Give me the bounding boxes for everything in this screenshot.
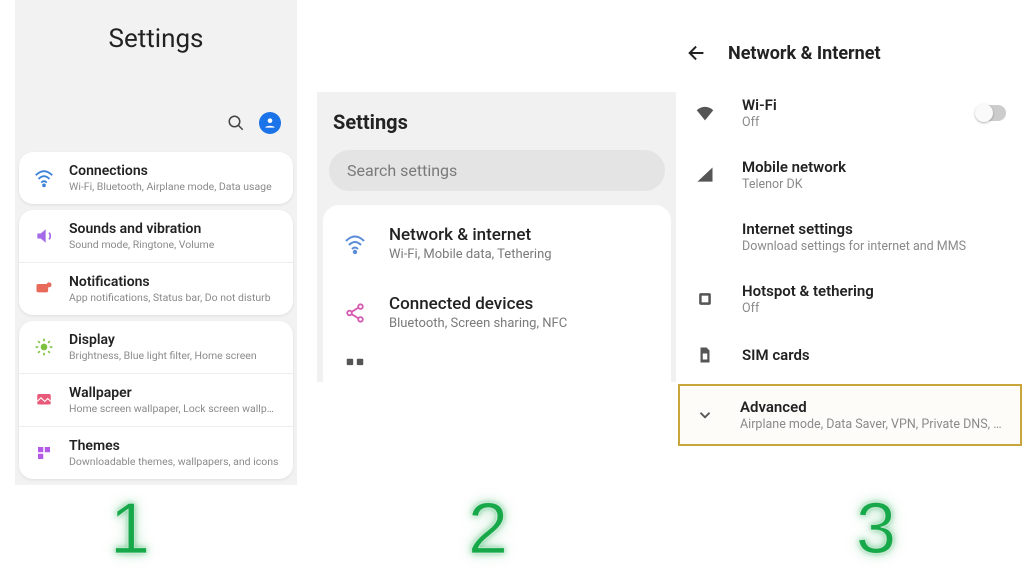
item-subtitle: Home screen wallpaper, Lock screen wallp… [69, 402, 279, 415]
item-subtitle: Bluetooth, Screen sharing, NFC [389, 316, 651, 331]
card-display: Display Brightness, Blue light filter, H… [19, 321, 293, 479]
wallpaper-icon [33, 389, 55, 411]
item-internet-settings[interactable]: Internet settings Download settings for … [676, 206, 1024, 268]
item-partial [323, 347, 671, 379]
sim-icon [694, 344, 716, 366]
header: Settings [15, 0, 297, 72]
item-subtitle: Airplane mode, Data Saver, VPN, Private … [740, 417, 1006, 432]
item-label: Connected devices [389, 294, 651, 314]
item-label: Hotspot & tethering [742, 282, 1006, 300]
search-input[interactable]: Search settings [329, 150, 665, 191]
item-label: Themes [69, 438, 279, 454]
blank-icon [694, 226, 716, 248]
item-sounds[interactable]: Sounds and vibration Sound mode, Rington… [19, 210, 293, 262]
item-subtitle: Sound mode, Ringtone, Volume [69, 238, 279, 251]
item-wallpaper[interactable]: Wallpaper Home screen wallpaper, Lock sc… [19, 373, 293, 426]
item-label: Connections [69, 163, 279, 179]
header: Network & Internet [676, 28, 1024, 82]
item-connections[interactable]: Connections Wi-Fi, Bluetooth, Airplane m… [19, 152, 293, 204]
wifi-icon [33, 167, 55, 189]
item-label: Display [69, 332, 279, 348]
panel-settings-stock: Settings Search settings Network & inter… [317, 92, 677, 382]
wifi-toggle[interactable] [976, 105, 1006, 121]
page-title: Settings [15, 24, 297, 54]
page-title: Network & Internet [728, 43, 881, 64]
item-display[interactable]: Display Brightness, Blue light filter, H… [19, 321, 293, 373]
apps-icon [343, 355, 367, 379]
item-themes[interactable]: Themes Downloadable themes, wallpapers, … [19, 426, 293, 479]
sound-icon [33, 225, 55, 247]
item-label: Sounds and vibration [69, 221, 279, 237]
back-icon[interactable] [686, 42, 708, 64]
item-wifi[interactable]: Wi-Fi Off [676, 82, 1024, 144]
item-notifications[interactable]: Notifications App notifications, Status … [19, 262, 293, 315]
card-connectivity: Connections Wi-Fi, Bluetooth, Airplane m… [19, 152, 293, 204]
brightness-icon [33, 336, 55, 358]
account-icon[interactable] [259, 112, 281, 134]
item-label: SIM cards [742, 346, 1006, 364]
notifications-icon [33, 278, 55, 300]
item-connected-devices[interactable]: Connected devices Bluetooth, Screen shar… [323, 278, 671, 347]
panel-network-internet: Network & Internet Wi-Fi Off Mobile netw… [676, 28, 1024, 468]
step-number-1: 1 [110, 488, 152, 570]
item-subtitle: Downloadable themes, wallpapers, and ico… [69, 455, 279, 468]
item-label: Notifications [69, 274, 279, 290]
item-label: Advanced [740, 398, 1006, 416]
item-label: Internet settings [742, 220, 1006, 238]
item-subtitle: Download settings for internet and MMS [742, 239, 1006, 254]
item-subtitle: Brightness, Blue light filter, Home scre… [69, 349, 279, 362]
signal-icon [694, 164, 716, 186]
toolbar [15, 72, 297, 146]
item-subtitle: Off [742, 115, 950, 130]
item-advanced-highlighted[interactable]: Advanced Airplane mode, Data Saver, VPN,… [678, 384, 1022, 446]
share-icon [343, 301, 367, 325]
chevron-down-icon [694, 404, 716, 426]
search-icon[interactable] [227, 114, 245, 132]
item-label: Wallpaper [69, 385, 279, 401]
wifi-icon [694, 102, 716, 124]
item-label: Network & internet [389, 225, 651, 245]
item-subtitle: Wi-Fi, Bluetooth, Airplane mode, Data us… [69, 180, 279, 193]
hotspot-icon [694, 288, 716, 310]
card-main: Network & internet Wi-Fi, Mobile data, T… [323, 205, 671, 383]
item-sim-cards[interactable]: SIM cards [676, 330, 1024, 380]
item-label: Mobile network [742, 158, 1006, 176]
item-network-internet[interactable]: Network & internet Wi-Fi, Mobile data, T… [323, 209, 671, 278]
page-title: Settings [317, 92, 677, 144]
step-number-3: 3 [856, 488, 898, 570]
card-sound-notifications: Sounds and vibration Sound mode, Rington… [19, 210, 293, 315]
wifi-icon [343, 232, 367, 256]
item-label: Wi-Fi [742, 96, 950, 114]
item-subtitle: App notifications, Status bar, Do not di… [69, 291, 279, 304]
step-number-2: 2 [468, 488, 510, 570]
item-subtitle: Wi-Fi, Mobile data, Tethering [389, 247, 651, 262]
item-hotspot[interactable]: Hotspot & tethering Off [676, 268, 1024, 330]
panel-settings-samsung: Settings Connections Wi-Fi, Bluetooth, A… [15, 0, 297, 485]
item-mobile-network[interactable]: Mobile network Telenor DK [676, 144, 1024, 206]
item-subtitle: Off [742, 301, 1006, 316]
item-subtitle: Telenor DK [742, 177, 1006, 192]
themes-icon [33, 442, 55, 464]
